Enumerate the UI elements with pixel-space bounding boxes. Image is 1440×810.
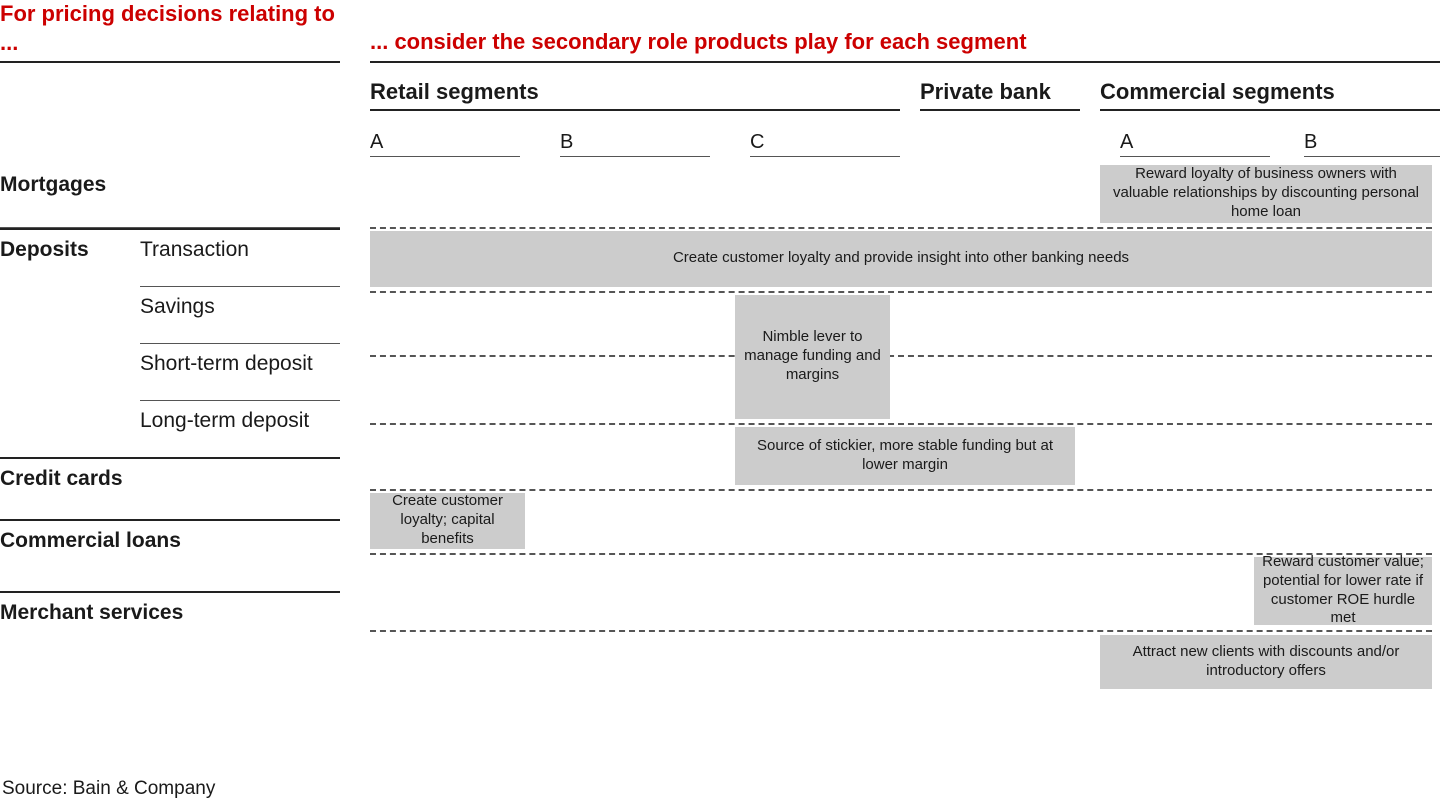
segment-private-title: Private bank	[920, 79, 1080, 111]
retail-sub-c: C	[750, 131, 900, 157]
segment-commercial-title: Commercial segments	[1100, 79, 1440, 111]
callout-transaction: Create customer loyalty and provide insi…	[370, 231, 1432, 287]
dash-line	[370, 355, 1432, 357]
segment-headers: Retail segments Private bank Commercial …	[370, 79, 1440, 111]
product-mortgages: Mortgages	[0, 165, 140, 227]
deposit-short: Short-term deposit	[140, 344, 340, 401]
callout-savings-nimble: Nimble lever to manage funding and margi…	[735, 295, 890, 419]
callout-longterm: Source of stickier, more stable funding …	[735, 427, 1075, 485]
product-commercial-loans: Commercial loans	[0, 521, 181, 591]
product-deposits: Deposits	[0, 230, 140, 262]
sub-headers: A B C A B	[370, 131, 1440, 157]
product-merchant: Merchant services	[0, 593, 183, 659]
title-right: ... consider the secondary role products…	[370, 0, 1440, 61]
callout-mortgages-commercial: Reward loyalty of business owners with v…	[1100, 165, 1432, 223]
commercial-sub-a: A	[1120, 131, 1270, 157]
retail-sub-a: A	[370, 131, 520, 157]
row-labels: Mortgages Deposits Transaction Savings S…	[0, 165, 340, 659]
grid-area: Reward loyalty of business owners with v…	[370, 165, 1432, 725]
deposit-long: Long-term deposit	[140, 401, 340, 457]
callout-commercial-loans: Reward customer value; potential for low…	[1254, 557, 1432, 625]
callout-merchant: Attract new clients with discounts and/o…	[1100, 635, 1432, 689]
dash-line	[370, 291, 1432, 293]
source-line: Source: Bain & Company	[2, 778, 215, 800]
segment-retail-title: Retail segments	[370, 79, 900, 111]
retail-sub-b: B	[560, 131, 710, 157]
product-credit: Credit cards	[0, 459, 123, 519]
deposit-savings: Savings	[140, 287, 340, 344]
dash-line	[370, 423, 1432, 425]
dash-line	[370, 227, 1432, 229]
body-area: Mortgages Deposits Transaction Savings S…	[0, 165, 1440, 725]
dash-line	[370, 630, 1432, 632]
dash-line	[370, 489, 1432, 491]
commercial-sub-b: B	[1304, 131, 1440, 157]
deposit-transaction: Transaction	[140, 230, 340, 287]
header-row: For pricing decisions relating to ... ..…	[0, 0, 1440, 157]
title-left: For pricing decisions relating to ...	[0, 0, 340, 61]
callout-credit: Create customer loyalty; capital benefit…	[370, 493, 525, 549]
